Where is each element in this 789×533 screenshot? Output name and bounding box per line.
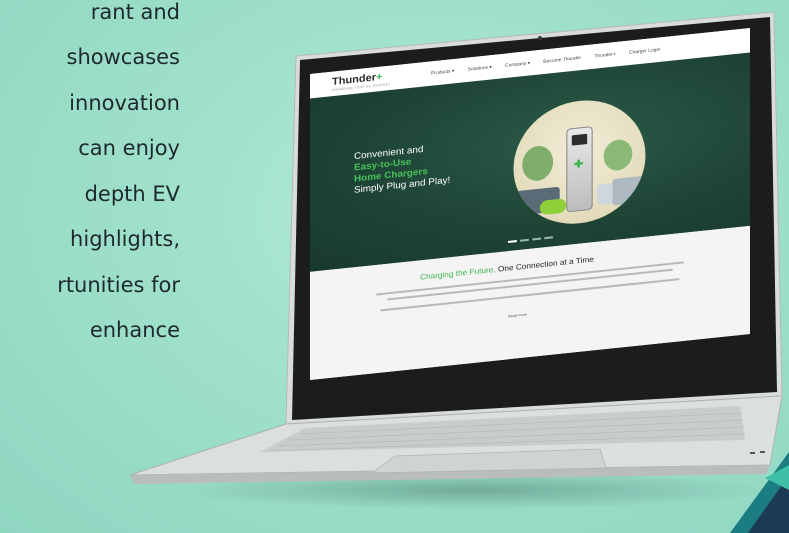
corner-triangles — [730, 452, 789, 533]
